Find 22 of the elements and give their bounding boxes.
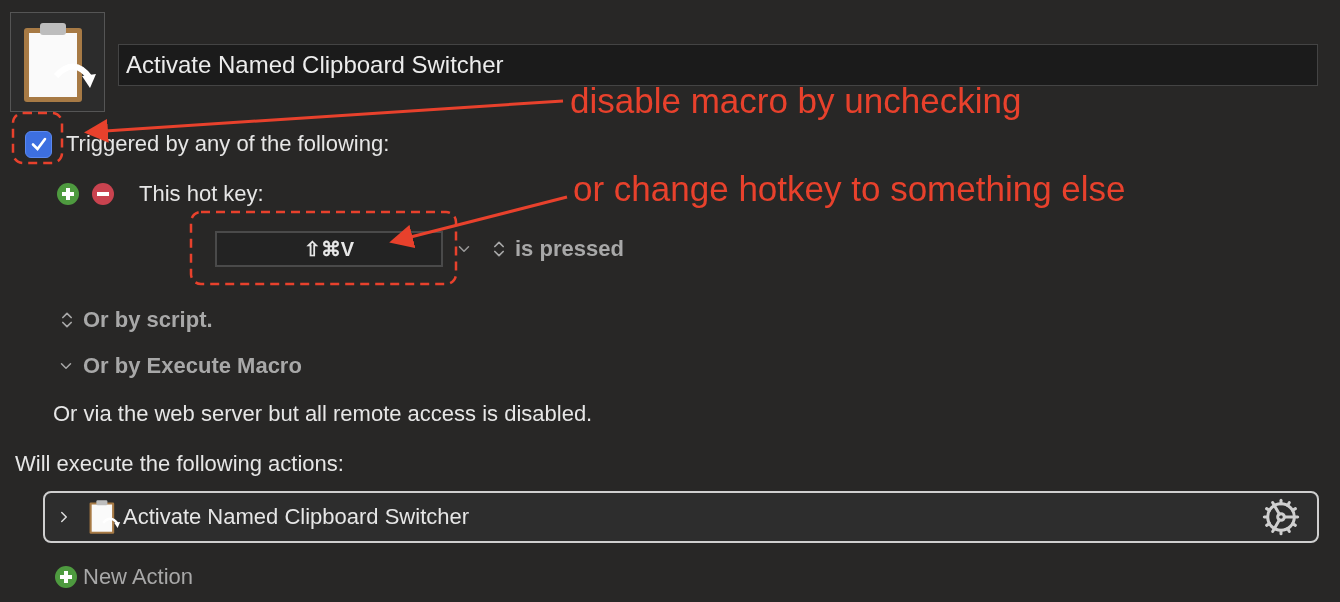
- macro-icon-well[interactable]: [10, 12, 105, 112]
- section-toggle[interactable]: Or by Execute Macro: [83, 353, 302, 379]
- remove-icon[interactable]: [92, 183, 114, 205]
- add-icon[interactable]: [57, 183, 79, 205]
- remote-access-note: Or via the web server but all remote access is disabled.: [53, 401, 593, 427]
- macro-name-field[interactable]: Activate Named Clipboard Switcher: [118, 44, 1318, 86]
- annotation-text: or change hotkey to something else: [573, 169, 1126, 209]
- settings-icon[interactable]: [1261, 497, 1301, 537]
- clipboard-icon: [87, 499, 121, 535]
- add-icon[interactable]: [55, 566, 77, 588]
- action-row[interactable]: Activate Named Clipboard Switcher: [43, 491, 1319, 543]
- actions-heading: Will execute the following actions:: [15, 451, 344, 477]
- hotkey-field[interactable]: ⇧⌘V: [215, 231, 443, 267]
- section-toggle[interactable]: Or by script.: [83, 307, 213, 333]
- action-name: Activate Named Clipboard Switcher: [123, 504, 470, 530]
- trigger-label: Triggered by any of the following:: [66, 131, 390, 157]
- dashed-frame: [11, 111, 64, 165]
- checkbox[interactable]: [25, 130, 52, 158]
- new-action-button[interactable]: New Action: [83, 564, 194, 590]
- trigger-label: This hot key:: [139, 181, 264, 207]
- checkmark-icon: [29, 135, 48, 153]
- condition-popup[interactable]: is pressed: [515, 236, 624, 262]
